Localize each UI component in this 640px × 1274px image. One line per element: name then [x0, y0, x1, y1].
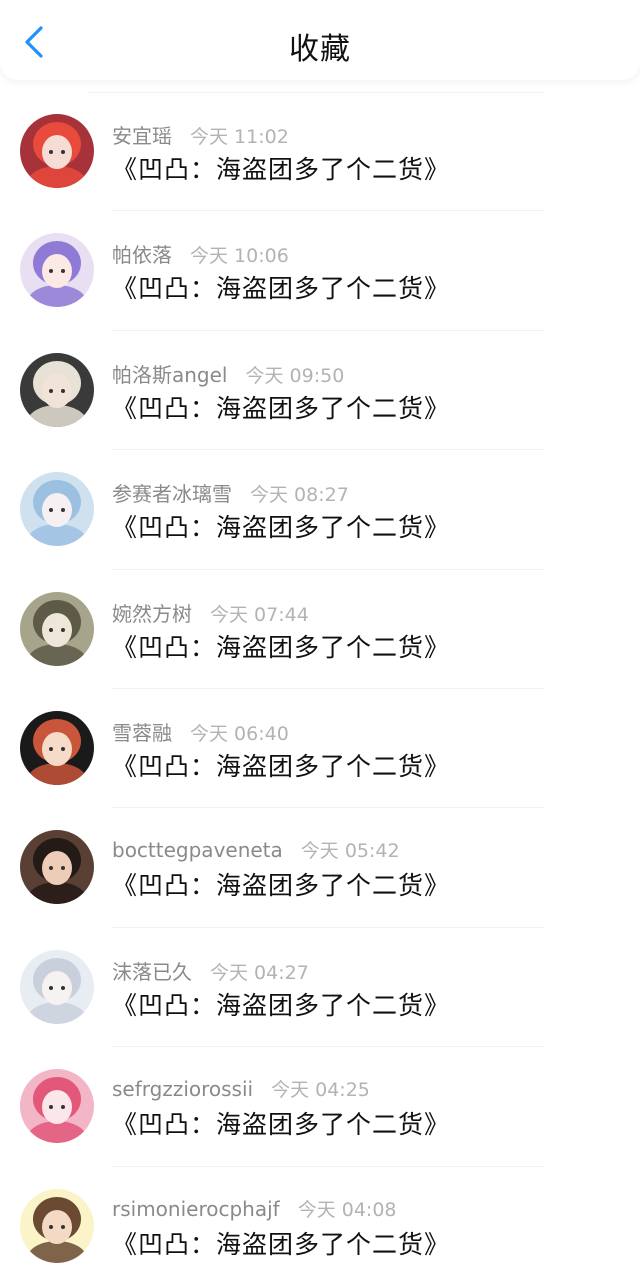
user-name[interactable]: sefrgzziorossii: [112, 1077, 253, 1101]
favorite-title[interactable]: 《凹凸：海盗团多了个二货》: [112, 747, 450, 783]
page-title: 收藏: [289, 32, 351, 67]
timestamp: 今天 10:06: [190, 245, 289, 268]
list-item[interactable]: bocttegpaveneta 今天 05:42 《凹凸：海盗团多了个二货》: [0, 808, 640, 928]
favorite-title[interactable]: 《凹凸：海盗团多了个二货》: [112, 508, 450, 544]
top-bar: 收藏: [0, 0, 640, 80]
avatar-image: [20, 591, 94, 666]
user-name[interactable]: 帕洛斯angel: [112, 359, 228, 388]
avatar-image: [20, 710, 94, 785]
favorite-title[interactable]: 《凹凸：海盗团多了个二货》: [112, 150, 450, 186]
avatar[interactable]: [20, 1188, 94, 1263]
user-name[interactable]: 帕依落: [112, 239, 172, 268]
timestamp: 今天 04:08: [297, 1198, 397, 1221]
avatar[interactable]: [20, 591, 94, 666]
avatar[interactable]: [20, 710, 94, 785]
user-name[interactable]: 雪蓉融: [112, 717, 172, 746]
avatar-image: [20, 1069, 94, 1144]
user-name[interactable]: 参赛者冰璃雪: [112, 478, 232, 507]
list-item[interactable]: 雪蓉融 今天 06:40 《凹凸：海盗团多了个二货》: [0, 689, 640, 809]
timestamp: 今天 04:27: [210, 961, 309, 984]
user-name[interactable]: 安宜瑶: [112, 120, 172, 149]
timestamp: 今天 11:02: [190, 126, 289, 148]
favorite-title[interactable]: 《凹凸：海盗团多了个二货》: [112, 628, 450, 664]
timestamp: 今天 04:25: [271, 1079, 370, 1102]
avatar[interactable]: [20, 114, 94, 188]
avatar-image: [20, 1188, 94, 1263]
timestamp: 今天 06:40: [190, 722, 289, 745]
favorite-title[interactable]: 《凹凸：海盗团多了个二货》: [112, 1225, 450, 1261]
avatar-image: [20, 114, 94, 188]
user-name[interactable]: rsimonierocphajf: [112, 1197, 280, 1221]
avatar[interactable]: [20, 352, 94, 427]
favorite-title[interactable]: 《凹凸：海盗团多了个二货》: [112, 986, 450, 1022]
list-item[interactable]: 婉然方树 今天 07:44 《凹凸：海盗团多了个二货》: [0, 570, 640, 689]
timestamp: 今天 07:44: [210, 603, 309, 626]
list-item[interactable]: sefrgzziorossii 今天 04:25 《凹凸：海盗团多了个二货》: [0, 1047, 640, 1167]
favorite-title[interactable]: 《凹凸：海盗团多了个二货》: [112, 269, 450, 305]
avatar[interactable]: [20, 472, 94, 547]
favorite-title[interactable]: 《凹凸：海盗团多了个二货》: [112, 389, 450, 425]
list-item[interactable]: 帕洛斯angel 今天 09:50 《凹凸：海盗团多了个二货》: [0, 331, 640, 451]
avatar-image: [20, 949, 94, 1024]
favorite-title[interactable]: 《凹凸：海盗团多了个二货》: [112, 1105, 450, 1141]
list-item[interactable]: 参赛者冰璃雪 今天 08:27 《凹凸：海盗团多了个二货》: [0, 450, 640, 570]
avatar[interactable]: [20, 233, 94, 308]
avatar[interactable]: [20, 1069, 94, 1144]
timestamp: 今天 09:50: [245, 364, 345, 387]
favorite-title[interactable]: 《凹凸：海盗团多了个二货》: [112, 866, 450, 902]
favorites-list: 安宜瑶 今天 11:02 《凹凸：海盗团多了个二货》 帕依落 今天 10:06 …: [0, 92, 640, 1274]
avatar-image: [20, 830, 94, 905]
avatar-image: [20, 352, 94, 427]
avatar-image: [20, 233, 94, 308]
user-name[interactable]: 婉然方树: [112, 598, 192, 627]
avatar-image: [20, 472, 94, 547]
timestamp: 今天 05:42: [300, 840, 400, 863]
avatar[interactable]: [20, 949, 94, 1024]
list-item[interactable]: rsimonierocphajf 今天 04:08 《凹凸：海盗团多了个二货》: [0, 1167, 640, 1274]
user-name[interactable]: 沫落已久: [112, 956, 192, 985]
list-item[interactable]: 帕依落 今天 10:06 《凹凸：海盗团多了个二货》: [0, 211, 640, 331]
avatar[interactable]: [20, 830, 94, 905]
list-item[interactable]: 沫落已久 今天 04:27 《凹凸：海盗团多了个二货》: [0, 928, 640, 1048]
list-item[interactable]: 安宜瑶 今天 11:02 《凹凸：海盗团多了个二货》: [0, 92, 640, 212]
timestamp: 今天 08:27: [250, 484, 349, 507]
user-name[interactable]: bocttegpaveneta: [112, 838, 283, 862]
